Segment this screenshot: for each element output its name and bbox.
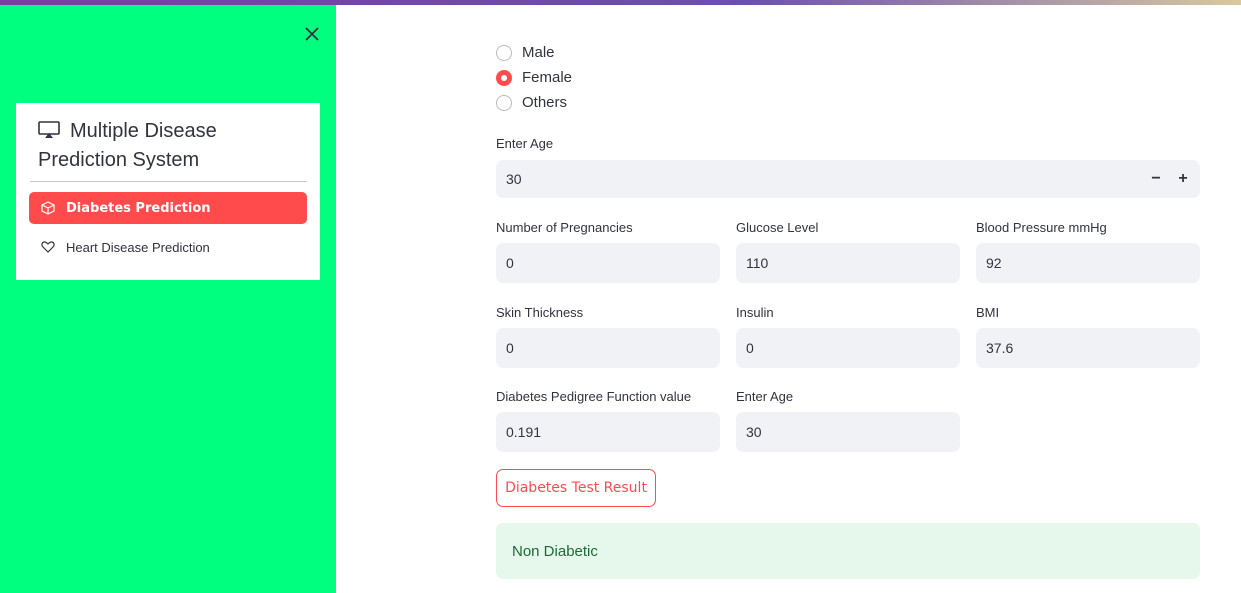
- tv-icon: [38, 121, 60, 138]
- bmi-input[interactable]: 37.6: [976, 328, 1200, 368]
- decrement-button[interactable]: −: [1144, 160, 1168, 198]
- age-input[interactable]: 30: [736, 412, 960, 452]
- box-icon: [41, 201, 55, 215]
- radio-button[interactable]: [496, 94, 512, 111]
- skin-thickness-label: Skin Thickness: [496, 305, 584, 320]
- input-value: 92: [986, 255, 1002, 271]
- sidebar: Multiple Disease Prediction System Diabe…: [0, 5, 336, 593]
- radio-others[interactable]: Others: [496, 94, 567, 111]
- pedigree-input[interactable]: 0.191: [496, 412, 720, 452]
- radio-female[interactable]: Female: [496, 69, 572, 86]
- skin-thickness-input[interactable]: 0: [496, 328, 720, 368]
- input-value: 0: [506, 340, 514, 356]
- blood-pressure-input[interactable]: 92: [976, 243, 1200, 283]
- input-value: 0.191: [506, 424, 542, 440]
- result-success-alert: Non Diabetic: [496, 523, 1200, 579]
- bmi-label: BMI: [976, 305, 1000, 320]
- close-icon: [305, 27, 319, 41]
- radio-label: Female: [522, 69, 573, 86]
- menu-item-heart-disease-prediction[interactable]: Heart Disease Prediction: [29, 231, 307, 263]
- menu-title: Multiple Disease Prediction System: [38, 117, 308, 175]
- age-label: Enter Age: [736, 389, 794, 404]
- radio-button-selected[interactable]: [496, 69, 512, 86]
- insulin-input[interactable]: 0: [736, 328, 960, 368]
- blood-pressure-label: Blood Pressure mmHg: [976, 220, 1107, 235]
- menu-title-text: Multiple Disease Prediction System: [38, 120, 217, 171]
- radio-label: Male: [522, 44, 555, 61]
- input-value: 37.6: [986, 340, 1014, 356]
- insulin-label: Insulin: [736, 305, 774, 320]
- pregnancies-input[interactable]: 0: [496, 243, 720, 283]
- menu-item-label: Heart Disease Prediction: [66, 239, 210, 255]
- close-sidebar-button[interactable]: [301, 23, 323, 45]
- input-value: 0: [506, 255, 514, 271]
- glucose-input[interactable]: 110: [736, 243, 960, 283]
- input-value: 0: [746, 340, 754, 356]
- pregnancies-label: Number of Pregnancies: [496, 220, 633, 235]
- menu-item-diabetes-prediction[interactable]: Diabetes Prediction: [29, 192, 307, 224]
- input-value: 30: [746, 424, 762, 440]
- result-text: Non Diabetic: [512, 542, 598, 560]
- heart-icon: [41, 241, 55, 253]
- glucose-label: Glucose Level: [736, 220, 819, 235]
- main-content: Male Female Others Enter Age 30 − + Numb…: [336, 5, 1241, 593]
- menu-divider: [30, 181, 307, 182]
- radio-label: Others: [522, 94, 568, 111]
- radio-button[interactable]: [496, 44, 512, 61]
- age-stepper-label: Enter Age: [496, 136, 554, 151]
- input-value: 110: [746, 255, 769, 271]
- radio-male[interactable]: Male: [496, 44, 555, 61]
- option-menu: Multiple Disease Prediction System Diabe…: [16, 103, 320, 280]
- age-number-input[interactable]: 30 − +: [496, 160, 1200, 198]
- pedigree-label: Diabetes Pedigree Function value: [496, 389, 692, 404]
- age-stepper-value: 30: [506, 171, 522, 187]
- increment-button[interactable]: +: [1171, 160, 1195, 198]
- menu-item-label: Diabetes Prediction: [66, 200, 211, 216]
- diabetes-test-result-button[interactable]: Diabetes Test Result: [496, 469, 656, 507]
